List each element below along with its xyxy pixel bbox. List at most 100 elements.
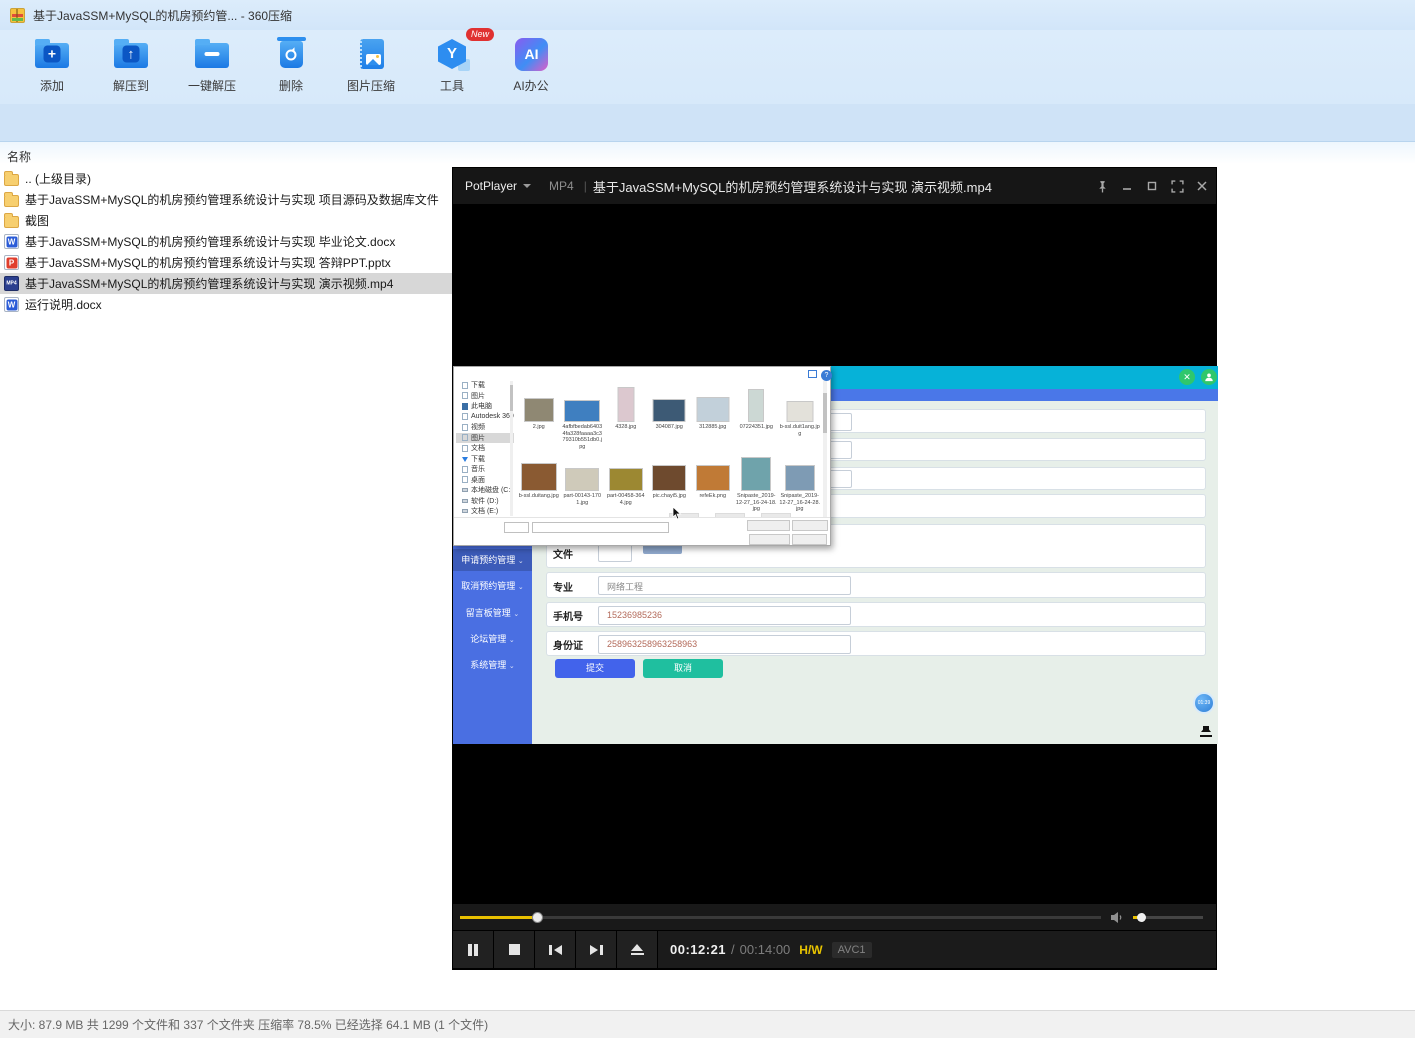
recorded-menu-item: 系统管理 ⌄ xyxy=(453,654,532,676)
volume-knob[interactable] xyxy=(1137,913,1146,922)
file-row[interactable]: 基于JavaSSM+MySQL的机房预约管理系统设计与实现 演示视频.mp4 xyxy=(0,273,452,294)
dialog-sidebar-scrollbar xyxy=(510,381,513,516)
thumbnail-filename: part-00143-1701.jpg xyxy=(562,493,604,506)
dialog-sidebar-item: 下载 xyxy=(456,380,514,391)
recorded-submit-button: 提交 xyxy=(555,659,635,678)
player-control-bar: 00:12:21 / 00:14:00 H/W AVC1 360° 3D xyxy=(453,930,1216,968)
thumbnail-image xyxy=(785,465,815,491)
potplayer-window: PotPlayer MP4 | 基于JavaSSM+MySQL的机房预约管理系统… xyxy=(452,167,1217,970)
dialog-filename-label-box xyxy=(504,522,529,533)
thumbnail-filename: b-ssl.duit1ang.jpg xyxy=(779,424,821,437)
pause-button[interactable] xyxy=(453,931,494,968)
stop-button[interactable] xyxy=(494,931,535,968)
dialog-file-thumbnail: 304087.jpg xyxy=(648,381,692,450)
eject-button[interactable] xyxy=(617,931,658,968)
dialog-sidebar-item: 软件 (D:) xyxy=(456,496,514,507)
dialog-filename-input xyxy=(532,522,669,533)
folder-icon xyxy=(462,499,468,503)
player-titlebar[interactable]: PotPlayer MP4 | 基于JavaSSM+MySQL的机房预约管理系统… xyxy=(453,168,1216,204)
dialog-view-icon xyxy=(808,370,817,378)
volume-bar[interactable] xyxy=(1133,916,1203,919)
toolbar-button[interactable]: Y New 工具 xyxy=(414,34,490,100)
folder-icon xyxy=(462,382,468,389)
status-text: 大小: 87.9 MB 共 1299 个文件和 337 个文件夹 压缩率 78.… xyxy=(8,1016,488,1033)
toolbar-button[interactable]: 图片压缩 xyxy=(333,34,409,100)
file-row[interactable]: 基于JavaSSM+MySQL的机房预约管理系统设计与实现 答辩PPT.pptx xyxy=(0,252,452,273)
total-time: 00:14:00 xyxy=(740,942,791,957)
file-row[interactable]: 截图 xyxy=(0,210,452,231)
maximize-icon[interactable] xyxy=(1144,178,1160,194)
recorded-menu-item: 取消预约管理 ⌄ xyxy=(453,575,532,597)
dialog-open-button2 xyxy=(749,534,790,545)
toolbar-icon: ↑ xyxy=(111,34,151,74)
recorded-menu-item: 留言板管理 ⌄ xyxy=(453,602,532,624)
file-type-icon xyxy=(4,174,19,186)
seek-knob[interactable] xyxy=(532,912,543,923)
player-app-name[interactable]: PotPlayer xyxy=(465,179,517,193)
previous-button[interactable] xyxy=(535,931,576,968)
toolbar-icon xyxy=(351,34,391,74)
recorded-file-dialog: ? 下载 图片 xyxy=(453,366,831,546)
toolbar-button[interactable]: AI AI办公 xyxy=(493,34,569,100)
speaker-icon[interactable] xyxy=(1111,911,1126,924)
folder-icon xyxy=(462,466,468,473)
toolbar-label: 添加 xyxy=(14,77,90,94)
thumbnail-filename: 07224351.jpg xyxy=(736,424,778,431)
file-name: 基于JavaSSM+MySQL的机房预约管理系统设计与实现 演示视频.mp4 xyxy=(25,275,393,292)
recorded-file-input xyxy=(598,544,632,562)
dialog-sidebar-item: 此电脑 xyxy=(456,401,514,412)
recorded-menu-item: 申请预约管理 ⌄ xyxy=(453,549,532,571)
dialog-file-thumbnail: pic.chayi5.jpg xyxy=(648,450,692,519)
dialog-sidebar: 下载 图片 此电脑 xyxy=(456,380,514,519)
dialog-sidebar-item: 文档 xyxy=(456,443,514,454)
thumbnail-filename: refeEk.png xyxy=(692,493,734,500)
thumbnail-image xyxy=(653,399,686,422)
pin-icon[interactable] xyxy=(1094,178,1110,194)
dialog-file-thumbnail: b-ssl.duitang.jpg xyxy=(517,450,561,519)
new-badge: New xyxy=(466,28,494,41)
toolbar-button[interactable]: 一键解压 xyxy=(174,34,250,100)
dialog-file-thumbnail: b-ssl.duit1ang.jpg xyxy=(778,381,822,450)
seek-bar[interactable] xyxy=(460,916,1101,919)
fullscreen-icon[interactable] xyxy=(1169,178,1185,194)
thumbnail-filename: Snipaste_2019-12-27_16-24-18.jpg xyxy=(736,493,778,513)
zip-toolbar: + 添加 ↑ 解压到 一键解压 xyxy=(0,30,1415,104)
video-display-area[interactable]: ✕ 申请预约管理 ⌄ 取消预约管理 ⌄ 留言板管理 ⌄ 论坛管理 ⌄ xyxy=(453,204,1216,904)
toolbar-label: 工具 xyxy=(414,77,490,94)
dialog-main-scrollbar xyxy=(823,381,827,519)
toolbar-button[interactable]: ↑ 解压到 xyxy=(93,34,169,100)
folder-icon xyxy=(462,476,468,483)
toolbar-button[interactable]: + 添加 xyxy=(14,34,90,100)
file-type-icon xyxy=(4,195,19,207)
dialog-sidebar-item: 图片 xyxy=(456,391,514,402)
file-type-icon xyxy=(4,234,19,249)
toolbar-label: 删除 xyxy=(253,77,329,94)
dialog-file-thumbnail: Snipaste_2019-12-27_16-24-18.jpg xyxy=(735,450,779,519)
toolbar-label: 一键解压 xyxy=(174,77,250,94)
toolbar-button[interactable]: 删除 xyxy=(253,34,329,100)
file-row[interactable]: .. (上级目录) xyxy=(0,168,452,189)
file-row[interactable]: 基于JavaSSM+MySQL的机房预约管理系统设计与实现 项目源码及数据库文件 xyxy=(0,189,452,210)
chevron-down-icon[interactable] xyxy=(523,184,531,192)
thumbnail-image xyxy=(609,468,643,491)
back-to-top-icon xyxy=(1199,721,1213,737)
next-button[interactable] xyxy=(576,931,617,968)
close-icon[interactable] xyxy=(1194,178,1210,194)
recorded-cancel-button: 取消 xyxy=(643,659,723,678)
folder-icon xyxy=(462,457,468,462)
column-header-name[interactable]: 名称 xyxy=(7,148,31,165)
minimize-icon[interactable] xyxy=(1119,178,1135,194)
zip-titlebar[interactable]: 基于JavaSSM+MySQL的机房预约管... - 360压缩 xyxy=(0,0,1415,30)
thumbnail-filename: 2.jpg xyxy=(518,424,560,431)
file-name: 基于JavaSSM+MySQL的机房预约管理系统设计与实现 项目源码及数据库文件 xyxy=(25,191,439,208)
thumbnail-image xyxy=(524,398,554,422)
thumbnail-filename: 304087.jpg xyxy=(649,424,691,431)
file-row[interactable]: 基于JavaSSM+MySQL的机房预约管理系统设计与实现 毕业论文.docx xyxy=(0,231,452,252)
folder-icon xyxy=(462,509,468,513)
codec-badge: AVC1 xyxy=(832,942,872,958)
file-row[interactable]: 运行说明.docx xyxy=(0,294,452,315)
thumbnail-image xyxy=(617,387,634,422)
thumbnail-image xyxy=(565,468,599,491)
folder-icon xyxy=(462,413,468,420)
dialog-file-thumbnail: 2.jpg xyxy=(517,381,561,450)
